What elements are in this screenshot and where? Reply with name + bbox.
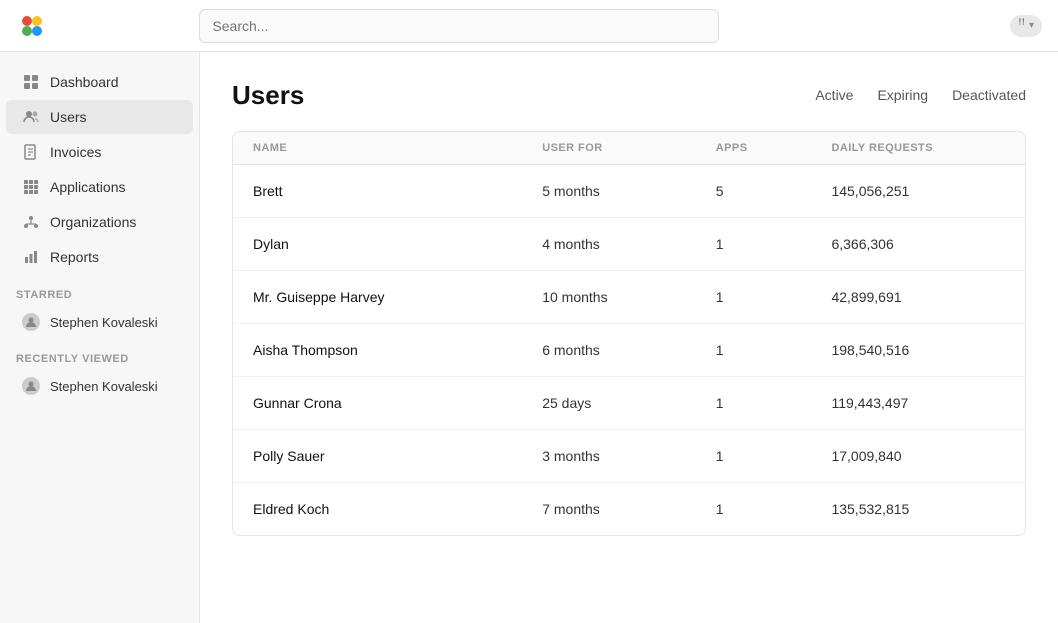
cell-apps: 1: [716, 501, 832, 517]
cell-apps: 5: [716, 183, 832, 199]
cell-apps: 1: [716, 342, 832, 358]
content-area: Users Active Expiring Deactivated NAME U…: [200, 52, 1058, 623]
sidebar: Dashboard Users Invoices Applications Or…: [0, 52, 200, 623]
cell-name: Eldred Koch: [253, 501, 542, 517]
cell-user-for: 10 months: [542, 289, 716, 305]
cell-name: Dylan: [253, 236, 542, 252]
cell-name: Brett: [253, 183, 542, 199]
tab-active[interactable]: Active: [815, 87, 853, 105]
sidebar-item-organizations[interactable]: Organizations: [6, 205, 193, 239]
table-row[interactable]: Polly Sauer 3 months 1 17,009,840: [233, 430, 1025, 483]
applications-icon: [22, 178, 40, 196]
cell-daily-requests: 119,443,497: [831, 395, 1005, 411]
cell-user-for: 5 months: [542, 183, 716, 199]
user-menu-button[interactable]: ꜝꜝ ▾: [1010, 15, 1042, 37]
cell-name: Mr. Guiseppe Harvey: [253, 289, 542, 305]
sidebar-item-dashboard[interactable]: Dashboard: [6, 65, 193, 99]
dashboard-icon: [22, 73, 40, 91]
cell-daily-requests: 198,540,516: [831, 342, 1005, 358]
invoices-icon: [22, 143, 40, 161]
sidebar-item-applications-label: Applications: [50, 179, 126, 195]
table-row[interactable]: Aisha Thompson 6 months 1 198,540,516: [233, 324, 1025, 377]
users-table: NAME USER FOR APPS DAILY REQUESTS Brett …: [232, 131, 1026, 536]
cell-apps: 1: [716, 289, 832, 305]
organizations-icon: [22, 213, 40, 231]
user-avatar-starred: [22, 313, 40, 331]
sidebar-item-invoices[interactable]: Invoices: [6, 135, 193, 169]
search-bar[interactable]: [199, 9, 719, 43]
cell-user-for: 25 days: [542, 395, 716, 411]
sidebar-item-organizations-label: Organizations: [50, 214, 136, 230]
cell-apps: 1: [716, 448, 832, 464]
sidebar-item-applications[interactable]: Applications: [6, 170, 193, 204]
col-header-apps: APPS: [716, 142, 832, 154]
table-row[interactable]: Brett 5 months 5 145,056,251: [233, 165, 1025, 218]
reports-icon: [22, 248, 40, 266]
user-avatar-recent: [22, 377, 40, 395]
cell-user-for: 3 months: [542, 448, 716, 464]
sidebar-item-reports-label: Reports: [50, 249, 99, 265]
main-layout: Dashboard Users Invoices Applications Or…: [0, 52, 1058, 623]
table-header: NAME USER FOR APPS DAILY REQUESTS: [233, 132, 1025, 165]
recent-item-stephen[interactable]: Stephen Kovaleski: [6, 370, 193, 402]
sidebar-item-users[interactable]: Users: [6, 100, 193, 134]
table-body: Brett 5 months 5 145,056,251 Dylan 4 mon…: [233, 165, 1025, 535]
starred-section-label: STARRED: [0, 275, 199, 305]
page-header: Users Active Expiring Deactivated: [232, 80, 1026, 111]
user-initials: ꜝꜝ: [1018, 19, 1025, 33]
cell-apps: 1: [716, 395, 832, 411]
col-header-name: NAME: [253, 142, 542, 154]
cell-daily-requests: 145,056,251: [831, 183, 1005, 199]
table-row[interactable]: Eldred Koch 7 months 1 135,532,815: [233, 483, 1025, 535]
topbar-right: ꜝꜝ ▾: [1010, 15, 1042, 37]
recently-viewed-section-label: RECENTLY VIEWED: [0, 339, 199, 369]
recent-item-stephen-label: Stephen Kovaleski: [50, 379, 158, 394]
users-icon: [22, 108, 40, 126]
cell-daily-requests: 42,899,691: [831, 289, 1005, 305]
table-row[interactable]: Gunnar Crona 25 days 1 119,443,497: [233, 377, 1025, 430]
cell-user-for: 4 months: [542, 236, 716, 252]
cell-name: Gunnar Crona: [253, 395, 542, 411]
sidebar-item-users-label: Users: [50, 109, 87, 125]
starred-item-stephen-label: Stephen Kovaleski: [50, 315, 158, 330]
cell-apps: 1: [716, 236, 832, 252]
tab-deactivated[interactable]: Deactivated: [952, 87, 1026, 105]
page-title: Users: [232, 80, 815, 111]
col-header-user-for: USER FOR: [542, 142, 716, 154]
sidebar-item-invoices-label: Invoices: [50, 144, 101, 160]
sidebar-item-reports[interactable]: Reports: [6, 240, 193, 274]
search-input[interactable]: [199, 9, 719, 43]
cell-name: Aisha Thompson: [253, 342, 542, 358]
tab-expiring[interactable]: Expiring: [877, 87, 928, 105]
cell-daily-requests: 17,009,840: [831, 448, 1005, 464]
cell-daily-requests: 6,366,306: [831, 236, 1005, 252]
table-row[interactable]: Dylan 4 months 1 6,366,306: [233, 218, 1025, 271]
starred-item-stephen[interactable]: Stephen Kovaleski: [6, 306, 193, 338]
cell-daily-requests: 135,532,815: [831, 501, 1005, 517]
header-tabs: Active Expiring Deactivated: [815, 87, 1026, 105]
table-row[interactable]: Mr. Guiseppe Harvey 10 months 1 42,899,6…: [233, 271, 1025, 324]
app-logo: [16, 10, 48, 42]
chevron-down-icon: ▾: [1029, 20, 1034, 31]
sidebar-item-dashboard-label: Dashboard: [50, 74, 119, 90]
cell-name: Polly Sauer: [253, 448, 542, 464]
cell-user-for: 7 months: [542, 501, 716, 517]
topbar: ꜝꜝ ▾: [0, 0, 1058, 52]
cell-user-for: 6 months: [542, 342, 716, 358]
col-header-daily-requests: DAILY REQUESTS: [831, 142, 1005, 154]
